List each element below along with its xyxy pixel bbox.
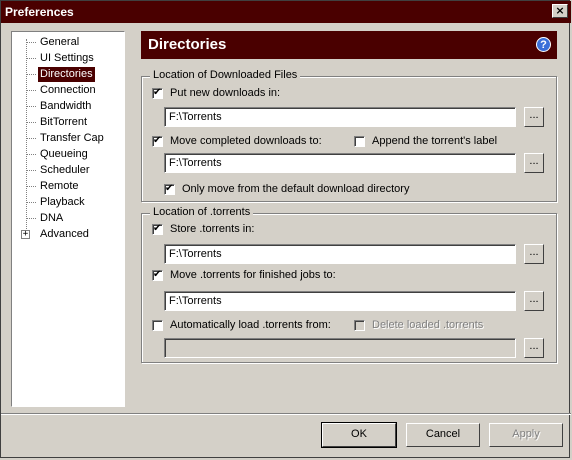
separator	[1, 413, 571, 415]
section-header: Directories ?	[141, 31, 557, 59]
preferences-window: Preferences × General UI Settings Direct…	[0, 0, 571, 458]
browse-button[interactable]: ...	[524, 338, 544, 358]
group-title: Location of Downloaded Files	[150, 69, 301, 81]
window-title: Preferences	[5, 5, 74, 19]
checkbox-box[interactable]	[152, 87, 163, 99]
append-label-checkbox[interactable]: Append the torrent's label	[354, 135, 497, 147]
tree-branch	[27, 154, 36, 155]
checkbox-label: Store .torrents in:	[170, 223, 255, 235]
checkbox-box[interactable]	[152, 269, 163, 281]
checkbox-box[interactable]	[164, 183, 175, 195]
tree-item-transfer-cap[interactable]: Transfer Cap	[38, 131, 106, 146]
expand-plus-icon[interactable]: +	[21, 230, 30, 239]
checkbox-box[interactable]	[152, 319, 163, 331]
close-icon: ×	[555, 4, 565, 17]
store-torrents-path-input[interactable]: F:\Torrents	[164, 244, 516, 264]
tree-branch	[27, 106, 36, 107]
checkbox-box[interactable]	[152, 223, 163, 235]
tree-item-connection[interactable]: Connection	[38, 83, 98, 98]
only-move-default-checkbox[interactable]: Only move from the default download dire…	[164, 183, 409, 195]
tree-item-playback[interactable]: Playback	[38, 195, 87, 210]
title-bar[interactable]: Preferences ×	[1, 1, 571, 23]
checkbox-box	[354, 319, 365, 331]
tree-connector-line	[26, 39, 27, 239]
ok-button[interactable]: OK	[321, 422, 397, 448]
put-new-downloads-checkbox[interactable]: Put new downloads in:	[152, 87, 280, 99]
checkbox-label: Put new downloads in:	[170, 87, 281, 99]
tree-branch	[27, 90, 36, 91]
tree-branch	[27, 58, 36, 59]
tree-item-dna[interactable]: DNA	[38, 211, 65, 226]
cancel-button[interactable]: Cancel	[406, 423, 480, 447]
move-completed-checkbox[interactable]: Move completed downloads to:	[152, 135, 322, 147]
tree-item-directories[interactable]: Directories	[38, 67, 95, 82]
tree-item-general[interactable]: General	[38, 35, 81, 50]
put-new-downloads-path-input[interactable]: F:\Torrents	[164, 107, 516, 127]
browse-button[interactable]: ...	[524, 153, 544, 173]
apply-button: Apply	[489, 423, 563, 447]
tree-item-scheduler[interactable]: Scheduler	[38, 163, 92, 178]
page-title: Directories	[148, 36, 227, 53]
browse-button[interactable]: ...	[524, 291, 544, 311]
checkbox-label: Automatically load .torrents from:	[170, 319, 331, 331]
checkbox-label: Append the torrent's label	[372, 135, 498, 147]
tree-item-bandwidth[interactable]: Bandwidth	[38, 99, 93, 114]
delete-loaded-torrents-checkbox: Delete loaded .torrents	[354, 319, 483, 331]
checkbox-label: Move completed downloads to:	[170, 135, 322, 147]
checkbox-box[interactable]	[354, 135, 365, 147]
auto-load-path-input	[164, 338, 516, 358]
move-torrents-path-input[interactable]: F:\Torrents	[164, 291, 516, 311]
close-button[interactable]: ×	[552, 4, 568, 18]
tree-branch	[27, 186, 36, 187]
auto-load-torrents-checkbox[interactable]: Automatically load .torrents from:	[152, 319, 331, 331]
move-torrents-finished-checkbox[interactable]: Move .torrents for finished jobs to:	[152, 269, 336, 281]
checkbox-box[interactable]	[152, 135, 163, 147]
help-icon[interactable]: ?	[536, 37, 551, 52]
checkbox-label: Move .torrents for finished jobs to:	[170, 269, 336, 281]
checkbox-label: Delete loaded .torrents	[372, 319, 484, 331]
browse-button[interactable]: ...	[524, 244, 544, 264]
tree-branch	[27, 42, 36, 43]
tree-branch	[27, 202, 36, 203]
tree-item-advanced[interactable]: Advanced	[38, 227, 91, 242]
tree-item-bittorrent[interactable]: BitTorrent	[38, 115, 89, 130]
browse-button[interactable]: ...	[524, 107, 544, 127]
category-tree[interactable]: General UI Settings Directories Connecti…	[11, 31, 125, 407]
tree-item-ui-settings[interactable]: UI Settings	[38, 51, 96, 66]
tree-branch	[27, 138, 36, 139]
tree-item-queueing[interactable]: Queueing	[38, 147, 90, 162]
group-title: Location of .torrents	[150, 206, 254, 218]
tree-branch	[27, 170, 36, 171]
move-completed-path-input[interactable]: F:\Torrents	[164, 153, 516, 173]
tree-branch	[27, 218, 36, 219]
tree-branch	[27, 74, 36, 75]
store-torrents-checkbox[interactable]: Store .torrents in:	[152, 223, 254, 235]
tree-branch	[27, 122, 36, 123]
checkbox-label: Only move from the default download dire…	[182, 183, 410, 195]
tree-item-remote[interactable]: Remote	[38, 179, 81, 194]
